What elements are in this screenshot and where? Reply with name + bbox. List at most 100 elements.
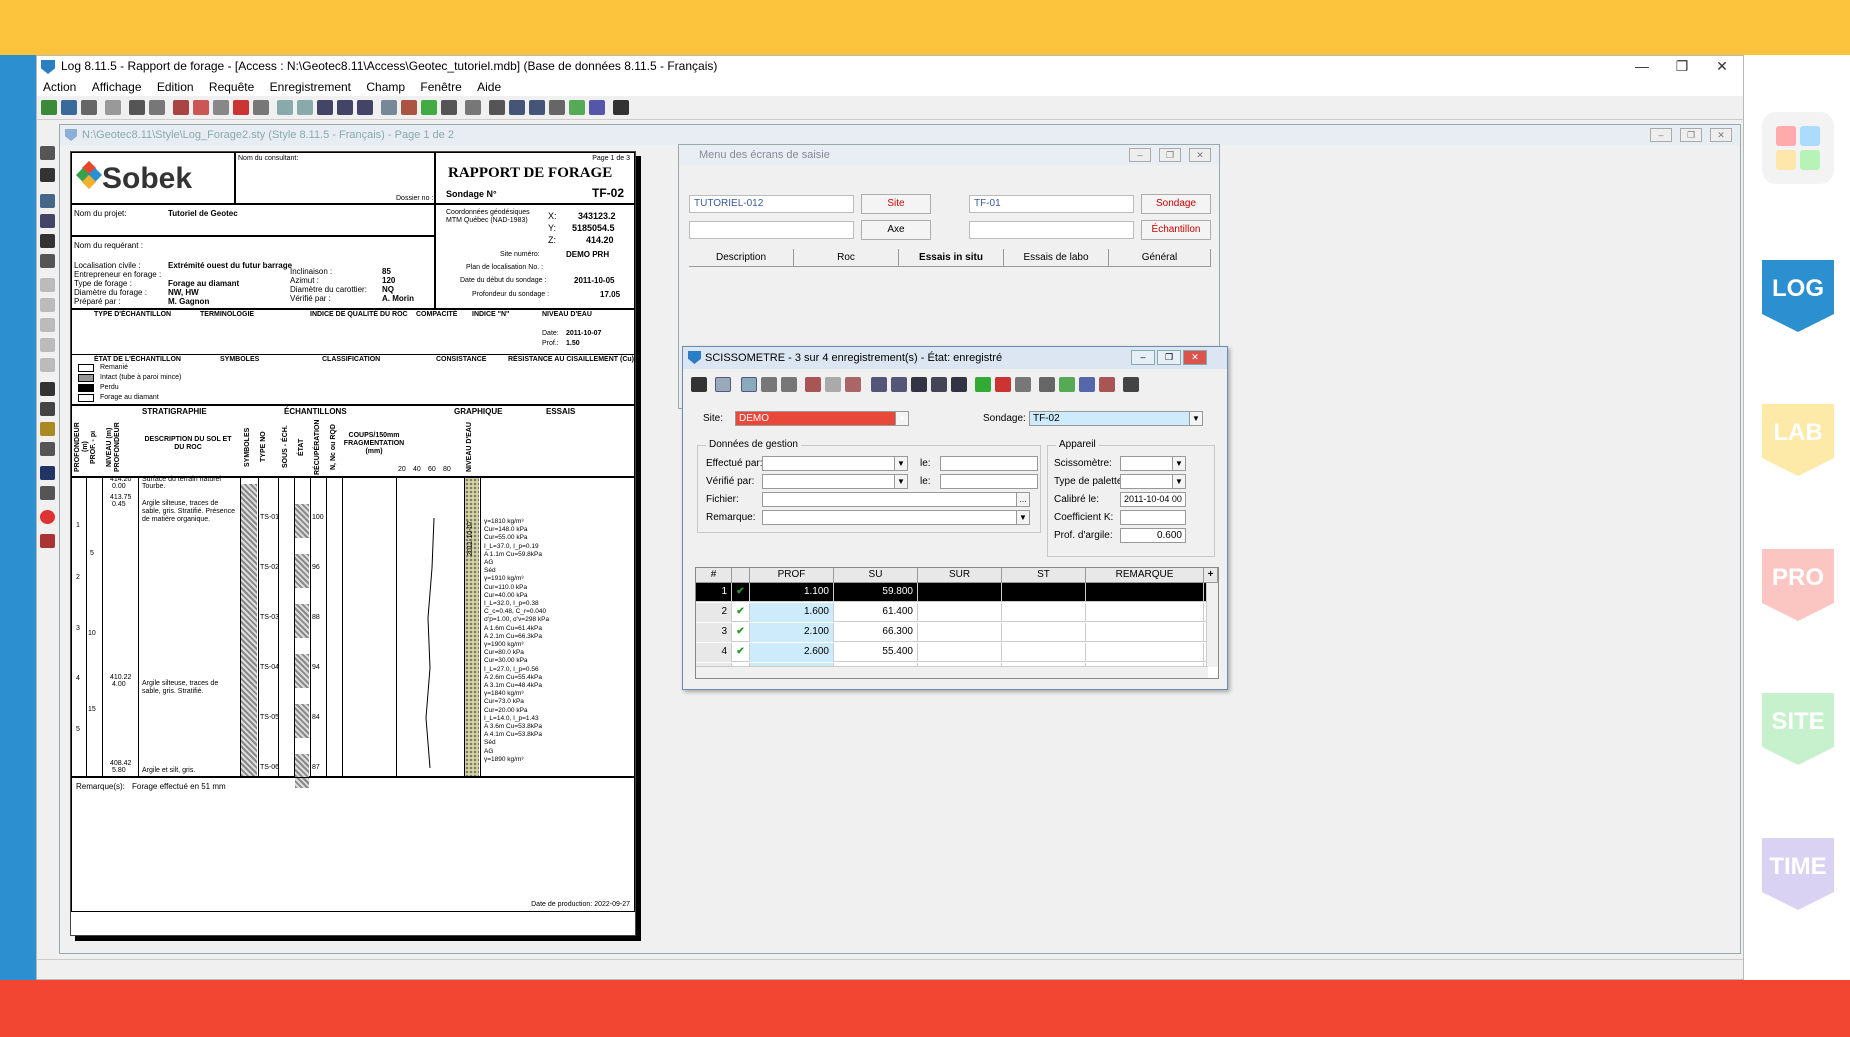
tab-essais-labo[interactable]: Essais de labo xyxy=(1004,249,1109,267)
axe-button[interactable]: Axe xyxy=(861,220,931,240)
site-badge[interactable]: SITE xyxy=(1762,693,1834,765)
echantillon-field[interactable] xyxy=(969,221,1134,239)
tab-description[interactable]: Description xyxy=(689,249,794,267)
last-icon[interactable] xyxy=(357,100,373,115)
hash-icon[interactable] xyxy=(317,100,333,115)
log-badge[interactable]: LOG xyxy=(1762,260,1834,332)
verifie-date-input[interactable] xyxy=(940,474,1038,489)
grid-icon[interactable] xyxy=(40,486,55,500)
grid-cell[interactable] xyxy=(918,583,1002,602)
hourglass-icon[interactable] xyxy=(931,377,947,392)
palette-select[interactable]: ▼ xyxy=(1120,474,1186,489)
list-icon[interactable] xyxy=(40,402,55,416)
axis-icon[interactable] xyxy=(40,442,55,456)
grid-cell[interactable]: 2.600 xyxy=(750,643,834,662)
window-icon[interactable] xyxy=(509,100,525,115)
settings-icon[interactable] xyxy=(1039,377,1055,392)
export-icon[interactable] xyxy=(1059,377,1075,392)
grid-cell[interactable] xyxy=(1002,583,1086,602)
menu-aide[interactable]: Aide xyxy=(471,78,507,94)
database-icon[interactable] xyxy=(61,100,77,115)
coefk-input[interactable] xyxy=(1120,510,1186,525)
diamond-icon[interactable] xyxy=(40,466,55,480)
report-icon[interactable] xyxy=(173,100,189,115)
sql-icon[interactable] xyxy=(489,100,505,115)
delete-record-icon[interactable] xyxy=(995,377,1011,392)
chart-icon[interactable] xyxy=(129,100,145,115)
cylinder-icon[interactable] xyxy=(441,100,457,115)
close-button[interactable]: ✕ xyxy=(1707,58,1737,75)
menu-requete[interactable]: Requête xyxy=(203,78,260,94)
profargile-input[interactable]: 0.600 xyxy=(1120,528,1186,543)
grid-cell[interactable]: 1.600 xyxy=(750,603,834,622)
tab-essais-in-situ[interactable]: Essais in situ xyxy=(899,249,1004,267)
calibre-input[interactable]: 2011-10-04 00 xyxy=(1120,492,1186,507)
hash-icon[interactable] xyxy=(911,377,927,392)
last-record-icon[interactable] xyxy=(951,377,967,392)
form-view-icon[interactable] xyxy=(741,377,757,392)
sondage-button[interactable]: Sondage xyxy=(1141,194,1211,214)
grid-row[interactable]: 4 2.600 55.400 ✔ xyxy=(696,643,1208,662)
prev-record-icon[interactable] xyxy=(891,377,907,392)
browse-icon[interactable]: … xyxy=(1016,493,1029,506)
column-icon[interactable] xyxy=(40,298,55,312)
restore-button[interactable]: ❐ xyxy=(1667,58,1697,75)
grid-cell[interactable]: 4 xyxy=(696,643,732,662)
report2-icon[interactable] xyxy=(193,100,209,115)
sondage-id-field[interactable]: TF-01 xyxy=(969,195,1134,213)
menu-enregistrement[interactable]: Enregistrement xyxy=(264,78,357,94)
grid-cell[interactable]: 55.400 xyxy=(834,643,918,662)
menu-minimize-button[interactable]: – xyxy=(1129,148,1151,162)
grid-cell[interactable]: 1.100 xyxy=(750,583,834,602)
export-icon[interactable] xyxy=(569,100,585,115)
save-icon[interactable] xyxy=(40,168,55,182)
style-close-button[interactable]: ✕ xyxy=(1710,128,1732,142)
table-icon[interactable] xyxy=(381,100,397,115)
layout-icon[interactable] xyxy=(40,194,55,208)
table-view-icon[interactable] xyxy=(761,377,777,392)
palette-icon[interactable] xyxy=(40,510,55,524)
tab-general[interactable]: Général xyxy=(1109,249,1211,267)
print-icon[interactable] xyxy=(81,100,97,115)
first-icon[interactable] xyxy=(277,100,293,115)
delete-report-icon[interactable] xyxy=(845,377,861,392)
windows-icon[interactable] xyxy=(529,100,545,115)
menu-restore-button[interactable]: ❐ xyxy=(1159,148,1181,162)
grid-cell[interactable] xyxy=(918,643,1002,662)
lab-badge[interactable]: LAB xyxy=(1762,404,1834,476)
report-icon[interactable] xyxy=(805,377,821,392)
exit-icon[interactable] xyxy=(613,100,629,115)
lines-icon[interactable] xyxy=(40,422,55,436)
panel-icon[interactable] xyxy=(40,214,55,228)
echantillon-button[interactable]: Échantillon xyxy=(1141,220,1211,240)
menu-affichage[interactable]: Affichage xyxy=(86,78,148,94)
site-button[interactable]: Site xyxy=(861,194,931,214)
import-icon[interactable] xyxy=(589,100,605,115)
link-icon[interactable] xyxy=(1015,377,1031,392)
open-icon[interactable] xyxy=(41,100,57,115)
form-icon[interactable] xyxy=(465,100,481,115)
histogram-icon[interactable] xyxy=(401,100,417,115)
save-icon[interactable] xyxy=(691,377,707,392)
menu-close-button[interactable]: ✕ xyxy=(1189,148,1211,162)
site-id-field[interactable]: TUTORIEL-012 xyxy=(689,195,854,213)
style-minimize-button[interactable]: – xyxy=(1650,128,1672,142)
prev-icon[interactable] xyxy=(297,100,313,115)
grid-row[interactable]: 3 2.100 66.300 ✔ xyxy=(696,623,1208,642)
remarque-select[interactable]: ▼ xyxy=(762,510,1030,525)
grid-cell[interactable] xyxy=(1086,623,1204,642)
grid-cell[interactable]: 61.400 xyxy=(834,603,918,622)
grid-vscrollbar[interactable] xyxy=(1206,583,1218,667)
grid-add-icon[interactable]: + xyxy=(1204,568,1218,583)
legend-icon[interactable] xyxy=(421,100,437,115)
axe-field[interactable] xyxy=(689,221,854,239)
menu-edition[interactable]: Edition xyxy=(151,78,200,94)
grid-cell[interactable] xyxy=(1002,603,1086,622)
verifie-select[interactable]: ▼ xyxy=(762,474,908,489)
import2-icon[interactable] xyxy=(1099,377,1115,392)
next-icon[interactable] xyxy=(337,100,353,115)
menu-fenetre[interactable]: Fenêtre xyxy=(414,78,467,94)
grid-cell[interactable]: 2.100 xyxy=(750,623,834,642)
rect-icon[interactable] xyxy=(40,278,55,292)
grid-cell[interactable]: 59.800 xyxy=(834,583,918,602)
